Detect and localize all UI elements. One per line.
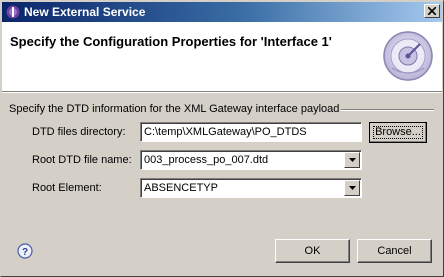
root-element-label: Root Element: [32, 182, 102, 194]
focus-ring [373, 126, 423, 139]
cancel-button[interactable]: Cancel [357, 239, 432, 263]
root-dtd-label: Root DTD file name: [32, 154, 132, 166]
root-dtd-dropdown-button[interactable] [344, 152, 360, 168]
dtd-dir-label: DTD files directory: [32, 126, 126, 138]
close-button[interactable] [424, 4, 440, 18]
group-label: Specify the DTD information for the XML … [9, 103, 340, 115]
app-icon [6, 5, 20, 19]
chevron-down-icon [349, 186, 356, 190]
title-bar[interactable]: New External Service [2, 2, 442, 22]
wizard-banner: Specify the Configuration Properties for… [2, 22, 442, 92]
ok-button[interactable]: OK [275, 239, 350, 263]
root-element-value: ABSENCETYP [144, 182, 218, 194]
group-divider [341, 109, 434, 111]
root-element-select[interactable]: ABSENCETYP [140, 178, 362, 198]
close-icon [428, 7, 436, 15]
chevron-down-icon [349, 158, 356, 162]
svg-text:?: ? [22, 247, 28, 258]
page-title: Specify the Configuration Properties for… [10, 34, 332, 49]
dtd-dir-input[interactable]: C:\temp\XMLGateway\PO_DTDS [140, 122, 362, 142]
help-icon[interactable]: ? [17, 243, 33, 259]
root-element-dropdown-button[interactable] [344, 180, 360, 196]
browse-button[interactable]: Browse... [369, 122, 427, 143]
banner-divider [2, 92, 442, 93]
gauge-wizard-icon [383, 31, 433, 81]
dialog-window: New External Service Specify the Configu… [0, 0, 444, 277]
window-title: New External Service [24, 5, 146, 19]
root-dtd-select[interactable]: 003_process_po_007.dtd [140, 150, 362, 170]
root-dtd-value: 003_process_po_007.dtd [144, 154, 269, 166]
